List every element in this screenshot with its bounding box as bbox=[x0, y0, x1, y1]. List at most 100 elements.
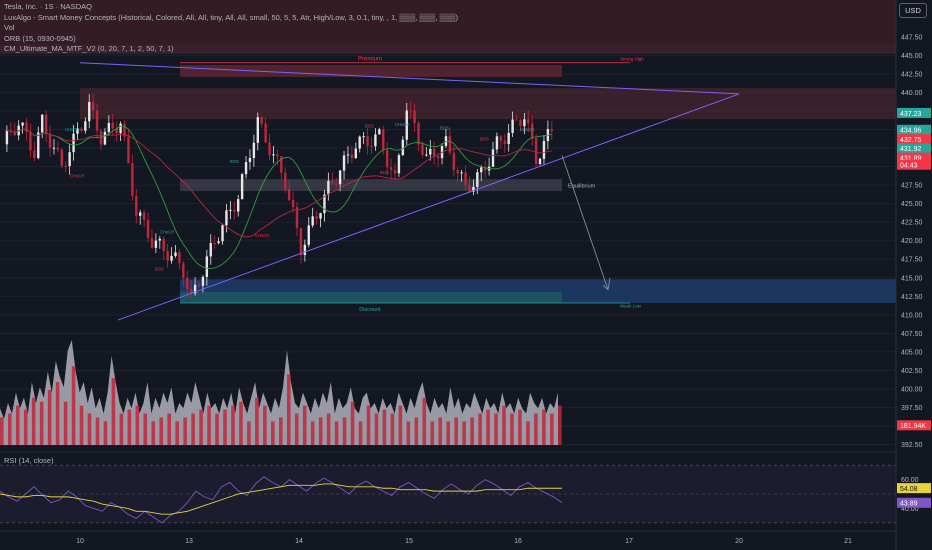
candle bbox=[476, 172, 479, 187]
volume-bar bbox=[542, 409, 546, 445]
structure-label: CHoCH bbox=[520, 127, 534, 132]
candle bbox=[417, 123, 420, 145]
volume-bar bbox=[470, 417, 474, 445]
candle bbox=[327, 180, 330, 195]
legend-vol[interactable]: Vol bbox=[4, 23, 458, 34]
candle bbox=[452, 152, 455, 171]
volume-bar bbox=[87, 413, 92, 445]
candle bbox=[542, 141, 546, 159]
candle bbox=[378, 129, 381, 135]
candle bbox=[534, 138, 538, 165]
candle bbox=[178, 252, 181, 264]
candle bbox=[460, 172, 463, 174]
candle bbox=[499, 136, 503, 141]
volume-bar bbox=[406, 421, 411, 445]
candle bbox=[538, 158, 542, 165]
candle bbox=[68, 152, 71, 167]
candle bbox=[244, 162, 248, 175]
structure-label: BOS bbox=[480, 137, 489, 142]
candle bbox=[362, 136, 365, 138]
strong-high-label: Strong High bbox=[620, 57, 644, 62]
candle bbox=[127, 136, 130, 164]
volume-bar bbox=[135, 405, 140, 445]
candle bbox=[291, 199, 295, 208]
candle bbox=[331, 180, 334, 184]
structure-label: CHoCH bbox=[255, 233, 269, 238]
volume-bar bbox=[31, 397, 36, 445]
candle bbox=[252, 142, 256, 158]
candle bbox=[29, 131, 32, 151]
candle bbox=[240, 174, 244, 200]
candle bbox=[295, 207, 299, 228]
rsi-tick: 60.00 bbox=[901, 477, 919, 484]
legend-smc[interactable]: LuxAlgo - Smart Money Concepts (Historic… bbox=[4, 13, 458, 24]
volume-bar bbox=[95, 417, 100, 445]
candle bbox=[201, 276, 205, 286]
candle bbox=[338, 170, 342, 185]
date-tick: 13 bbox=[185, 538, 193, 545]
volume-bar bbox=[510, 413, 514, 445]
volume-bar bbox=[342, 417, 347, 445]
volume-bar bbox=[502, 405, 506, 445]
premium-label: Premium bbox=[358, 57, 382, 63]
volume-bar bbox=[175, 421, 179, 445]
candle bbox=[370, 145, 373, 147]
structure-label: BOS bbox=[230, 159, 239, 164]
price-label: 437.23 bbox=[900, 111, 922, 118]
rsi-legend[interactable]: RSI (14, close) bbox=[4, 456, 54, 465]
volume-bar bbox=[143, 413, 148, 445]
candle bbox=[154, 240, 158, 248]
chart-canvas[interactable]: Premium Strong HighEquilibriumDiscountWea… bbox=[0, 0, 932, 550]
volume-bar bbox=[302, 405, 307, 445]
candle bbox=[44, 114, 48, 134]
candle bbox=[385, 150, 389, 168]
candle bbox=[213, 243, 216, 245]
candle bbox=[303, 244, 307, 256]
volume-bar bbox=[390, 413, 395, 445]
candle bbox=[264, 123, 267, 143]
discount-inner bbox=[180, 291, 562, 303]
volume-bar bbox=[382, 409, 387, 445]
date-tick: 10 bbox=[76, 538, 84, 545]
candle bbox=[21, 122, 24, 126]
candle bbox=[491, 149, 495, 167]
candle bbox=[272, 154, 275, 156]
premium-label-band bbox=[180, 65, 562, 77]
price-tick: 405.00 bbox=[901, 349, 923, 356]
volume-bar bbox=[350, 401, 355, 445]
volume-bar bbox=[159, 417, 164, 445]
candle bbox=[60, 149, 63, 166]
volume-bar bbox=[263, 405, 267, 445]
candle bbox=[146, 219, 150, 238]
candle bbox=[287, 189, 291, 200]
legend-ma[interactable]: CM_Ultimate_MA_MTF_V2 (0, 20, 7, 1, 2, 5… bbox=[4, 44, 458, 55]
candle bbox=[237, 199, 240, 212]
candle bbox=[150, 237, 154, 248]
volume-bar bbox=[558, 405, 562, 445]
volume-bar bbox=[111, 378, 116, 445]
volume-bar bbox=[374, 413, 379, 445]
symbol-title[interactable]: Tesla, Inc. · 1S · NASDAQ bbox=[4, 2, 458, 13]
price-tick: 402.50 bbox=[901, 368, 923, 375]
volume-bar bbox=[486, 409, 490, 445]
candle bbox=[409, 110, 412, 112]
candle bbox=[158, 238, 161, 241]
volume-bar bbox=[23, 409, 28, 445]
candle bbox=[33, 150, 36, 159]
candle bbox=[401, 139, 405, 156]
candle bbox=[72, 133, 75, 153]
currency-button[interactable]: USD bbox=[899, 3, 927, 18]
price-tick: 410.00 bbox=[901, 312, 923, 319]
volume-bar bbox=[462, 421, 466, 445]
price-tick: 412.50 bbox=[901, 294, 923, 301]
price-tick: 415.00 bbox=[901, 275, 923, 282]
price-tick: 442.50 bbox=[901, 71, 923, 78]
candle bbox=[433, 148, 436, 157]
discount-label: Discount bbox=[359, 307, 381, 313]
candle bbox=[64, 165, 67, 167]
candle bbox=[315, 216, 318, 219]
date-tick: 21 bbox=[844, 538, 852, 545]
legend-orb[interactable]: ORB (15, 0930-0945) bbox=[4, 34, 458, 45]
candle bbox=[41, 114, 44, 133]
volume-bar bbox=[438, 417, 443, 445]
